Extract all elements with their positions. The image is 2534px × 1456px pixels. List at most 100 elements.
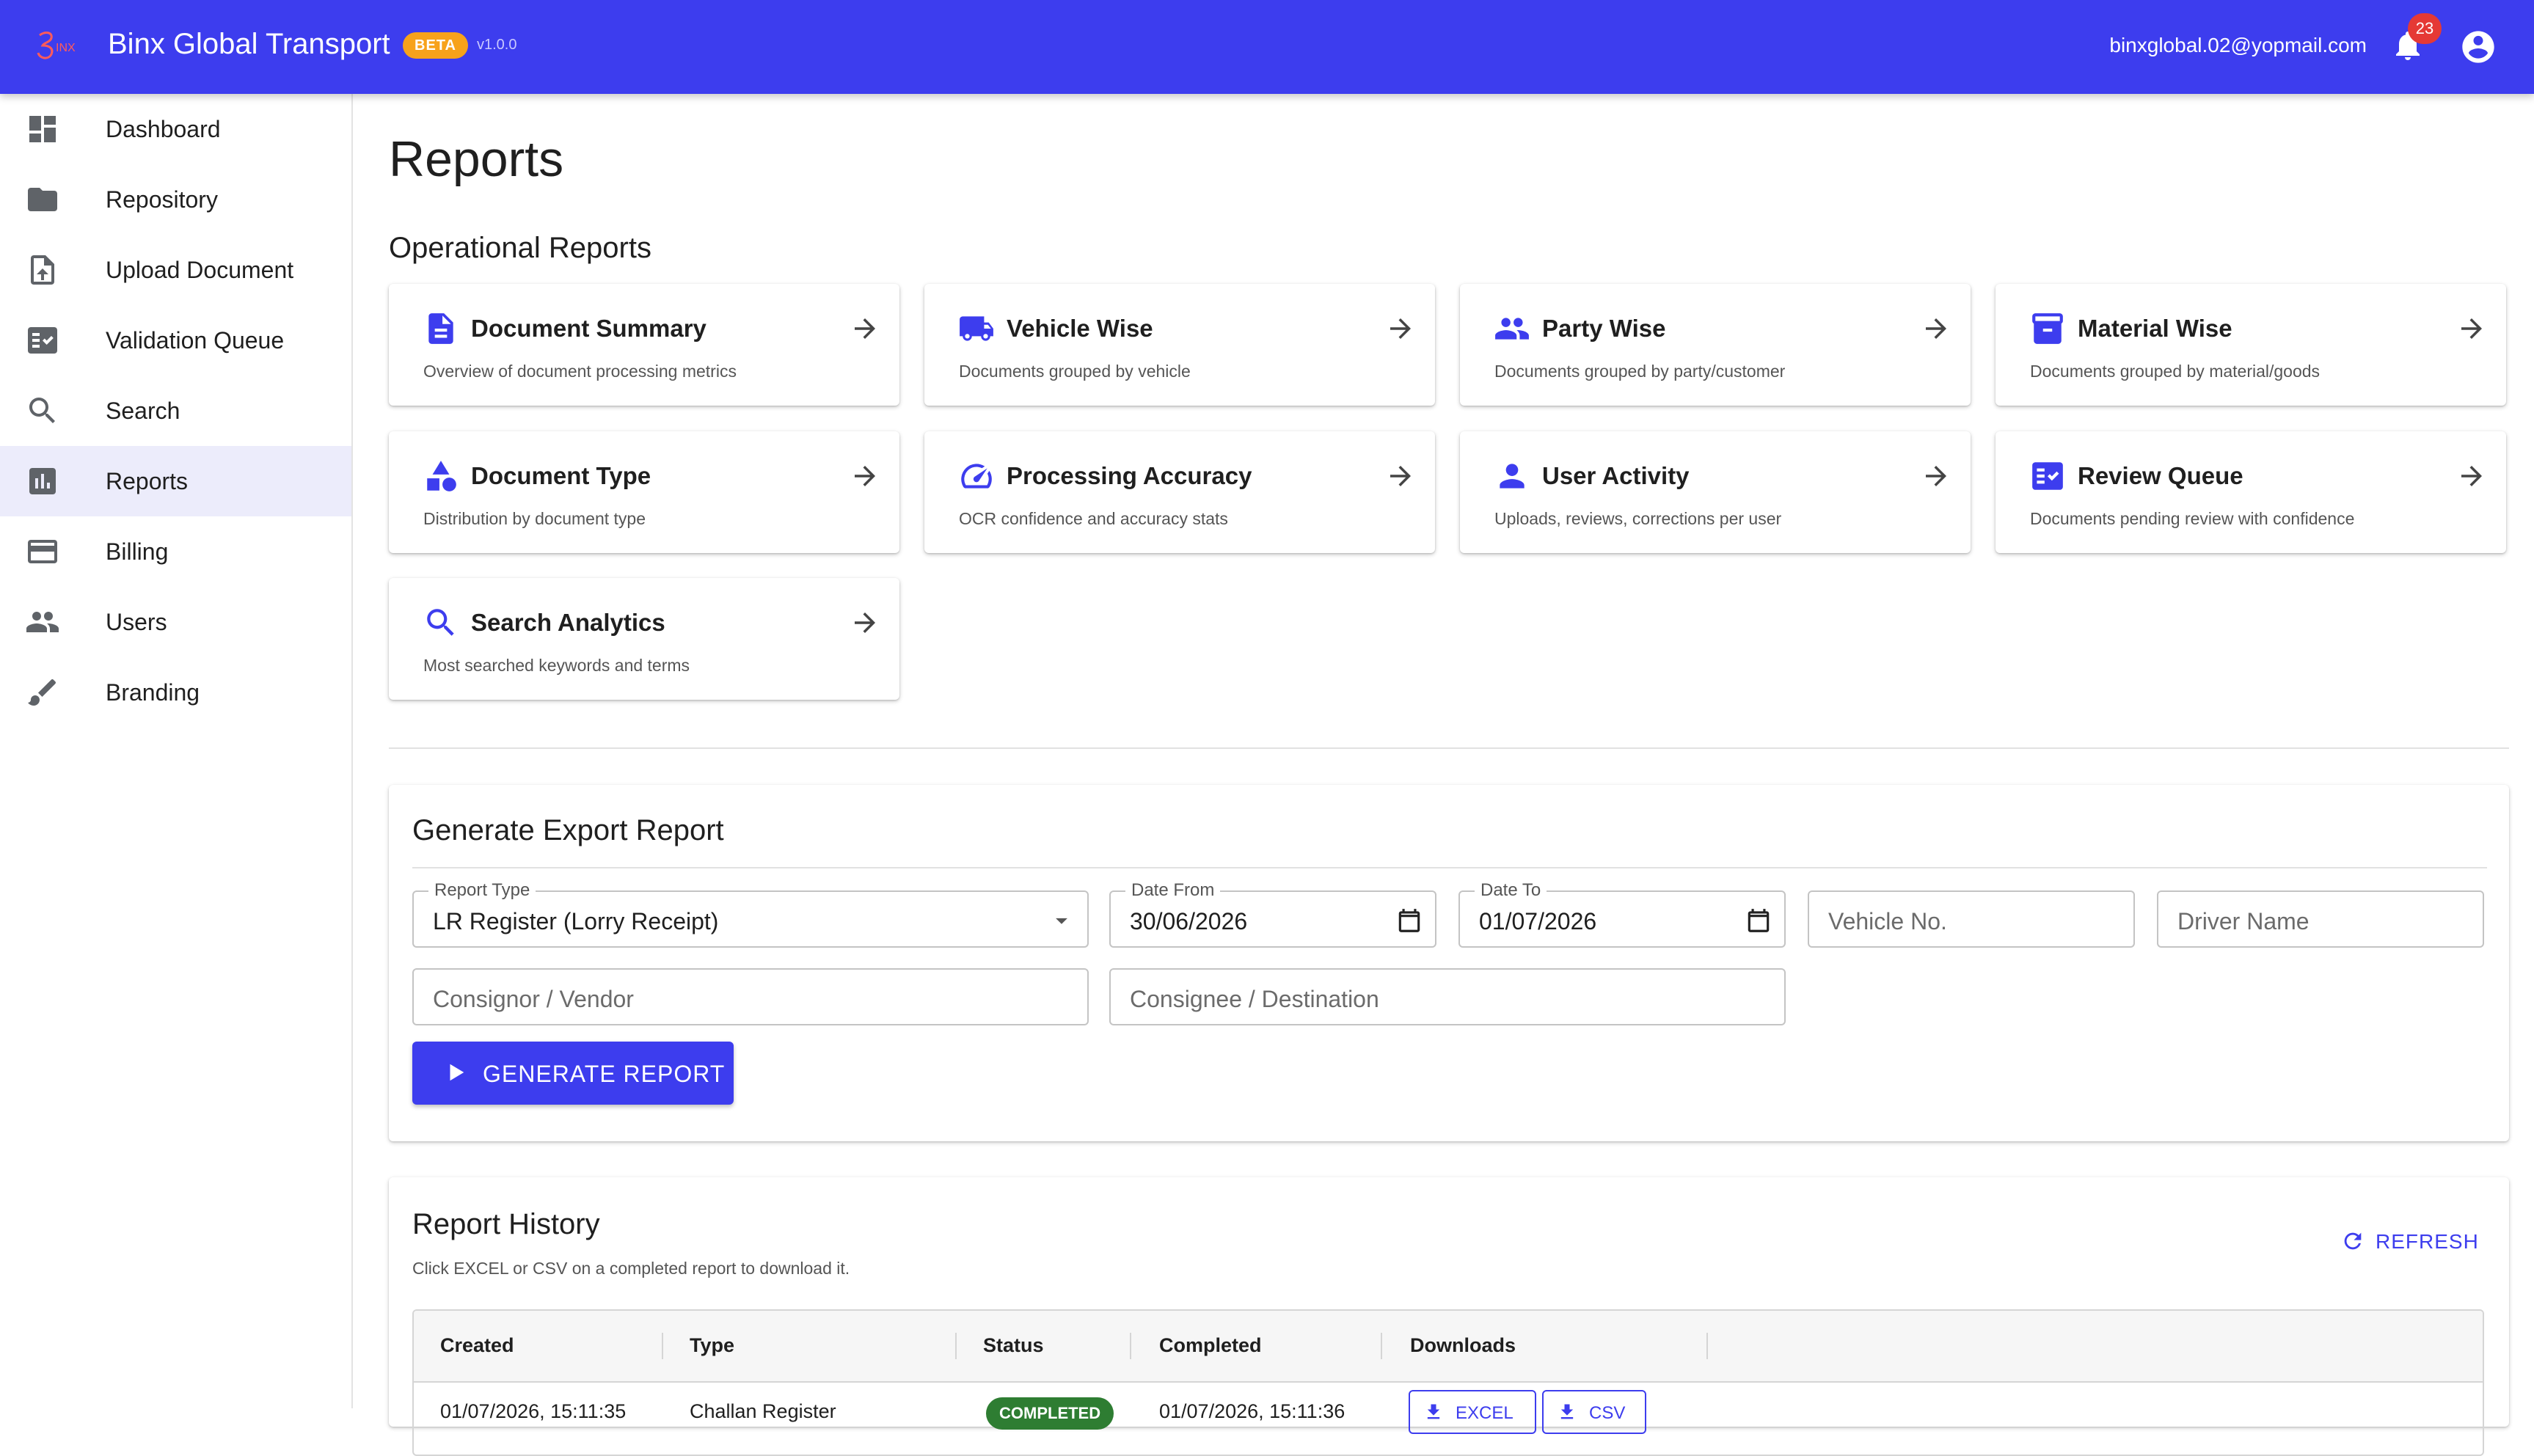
calendar-icon[interactable] [1745, 907, 1772, 934]
beta-badge: BETA [403, 32, 468, 59]
arrow-forward-icon [1926, 466, 1946, 486]
download-excel-button[interactable]: EXCEL [1409, 1390, 1536, 1434]
people-icon [26, 612, 59, 632]
report-history-panel: Report History Click EXCEL or CSV on a c… [389, 1177, 2509, 1456]
inventory-icon [2032, 313, 2063, 344]
user-email: binxglobal.02@yopmail.com [2109, 34, 2367, 56]
column-separator [1381, 1333, 1382, 1359]
column-header-created[interactable]: Created [440, 1334, 514, 1357]
app-title: Binx Global Transport [108, 28, 390, 60]
column-header-type[interactable]: Type [690, 1334, 734, 1357]
driver-name-input[interactable]: Driver Name [2157, 890, 2484, 948]
consignee-destination-input[interactable]: Consignee / Destination [1109, 968, 1786, 1025]
sidebar-item-branding[interactable]: Branding [0, 657, 351, 728]
column-separator [1706, 1333, 1708, 1359]
sidebar: Dashboard Repository Upload Document Val… [0, 94, 353, 1408]
column-header-completed[interactable]: Completed [1159, 1334, 1262, 1357]
brush-icon [28, 678, 56, 706]
date-from-value: 30/06/2026 [1130, 908, 1248, 934]
person-icon [1500, 464, 1525, 489]
card-description: Most searched keywords and terms [423, 656, 690, 675]
vehicle-no-placeholder: Vehicle No. [1828, 908, 1947, 934]
binx-logo-icon[interactable]: INX [35, 29, 88, 62]
excel-label: EXCEL [1456, 1403, 1514, 1423]
download-csv-button[interactable]: CSV [1542, 1390, 1646, 1434]
sidebar-item-reports[interactable]: Reports [0, 446, 351, 516]
cell-completed: 01/07/2026, 15:11:36 [1159, 1400, 1345, 1422]
report-card-document-type[interactable]: Document Type Distribution by document t… [389, 431, 899, 553]
dashboard-icon [29, 116, 56, 142]
report-card-vehicle-wise[interactable]: Vehicle Wise Documents grouped by vehicl… [924, 284, 1435, 406]
arrow-forward-icon [855, 466, 875, 486]
sidebar-item-label: Repository [106, 186, 218, 213]
card-description: Documents grouped by vehicle [959, 362, 1191, 381]
arrow-forward-icon [2461, 466, 2482, 486]
calendar-icon[interactable] [1395, 907, 1423, 934]
sidebar-item-validation-queue[interactable]: Validation Queue [0, 305, 351, 376]
cell-created: 01/07/2026, 15:11:35 [440, 1400, 627, 1422]
sidebar-item-label: Reports [106, 468, 189, 494]
sidebar-item-label: Billing [106, 538, 169, 565]
report-card-processing-accuracy[interactable]: Processing Accuracy OCR confidence and a… [924, 431, 1435, 553]
search-icon [29, 398, 55, 423]
sidebar-item-label: Users [106, 609, 167, 635]
sidebar-item-billing[interactable]: Billing [0, 516, 351, 587]
report-history-title: Report History [412, 1208, 600, 1240]
people-icon [1495, 318, 1529, 340]
vehicle-no-input[interactable]: Vehicle No. [1808, 890, 2135, 948]
card-title: Processing Accuracy [1007, 462, 1252, 489]
bar-chart-icon [29, 468, 56, 494]
date-from-label: Date From [1125, 880, 1221, 901]
folder-icon [28, 188, 57, 211]
report-type-select[interactable]: Report Type LR Register (Lorry Receipt) [412, 880, 1089, 948]
search-icon [427, 609, 454, 636]
generate-report-button[interactable]: GENERATE REPORT [412, 1042, 734, 1105]
column-header-downloads[interactable]: Downloads [1410, 1334, 1516, 1357]
sidebar-item-users[interactable]: Users [0, 587, 351, 657]
card-description: Distribution by document type [423, 509, 646, 528]
date-from-field[interactable]: Date From 30/06/2026 [1109, 880, 1436, 948]
date-to-label: Date To [1475, 880, 1547, 901]
sidebar-item-label: Branding [106, 679, 200, 706]
sidebar-item-search[interactable]: Search [0, 376, 351, 446]
column-header-status[interactable]: Status [983, 1334, 1044, 1357]
report-card-document-summary[interactable]: Document Summary Overview of document pr… [389, 284, 899, 406]
page-title: Reports [389, 131, 564, 187]
report-card-material-wise[interactable]: Material Wise Documents grouped by mater… [1996, 284, 2506, 406]
sidebar-item-repository[interactable]: Repository [0, 164, 351, 235]
sidebar-item-label: Upload Document [106, 257, 294, 283]
driver-name-placeholder: Driver Name [2177, 908, 2310, 934]
column-separator [662, 1333, 663, 1359]
report-card-party-wise[interactable]: Party Wise Documents grouped by party/cu… [1460, 284, 1971, 406]
checklist-icon [2032, 462, 2063, 490]
svg-text:INX: INX [56, 42, 76, 54]
sidebar-item-upload-document[interactable]: Upload Document [0, 235, 351, 305]
arrow-forward-icon [1390, 466, 1411, 486]
export-report-title: Generate Export Report [412, 814, 724, 846]
account-circle-icon[interactable] [2459, 28, 2497, 66]
card-title: Document Type [471, 462, 651, 489]
report-card-user-activity[interactable]: User Activity Uploads, reviews, correcti… [1460, 431, 1971, 553]
report-type-label: Report Type [428, 880, 536, 901]
download-icon [1427, 1404, 1440, 1419]
consignor-vendor-input[interactable]: Consignor / Vendor [412, 968, 1089, 1025]
panel-divider [412, 867, 2487, 868]
sidebar-item-dashboard[interactable]: Dashboard [0, 94, 351, 164]
report-type-value: LR Register (Lorry Receipt) [433, 908, 719, 934]
card-title: Vehicle Wise [1007, 315, 1153, 342]
arrow-forward-icon [855, 318, 875, 339]
category-icon [427, 461, 456, 491]
arrow-forward-icon [2461, 318, 2482, 339]
report-history-table: Created Type Status Completed Downloads … [412, 1309, 2484, 1456]
arrow-forward-icon [855, 612, 875, 633]
refresh-label: REFRESH [2376, 1230, 2479, 1253]
report-card-review-queue[interactable]: Review Queue Documents pending review wi… [1996, 431, 2506, 553]
date-to-field[interactable]: Date To 01/07/2026 [1458, 880, 1786, 948]
arrow-forward-icon [1926, 318, 1946, 339]
refresh-icon [2344, 1232, 2362, 1250]
card-title: Search Analytics [471, 609, 665, 636]
card-description: Uploads, reviews, corrections per user [1494, 509, 1782, 528]
report-card-search-analytics[interactable]: Search Analytics Most searched keywords … [389, 578, 899, 700]
report-history-subtitle: Click EXCEL or CSV on a completed report… [412, 1259, 850, 1278]
generate-report-label: GENERATE REPORT [483, 1061, 726, 1087]
